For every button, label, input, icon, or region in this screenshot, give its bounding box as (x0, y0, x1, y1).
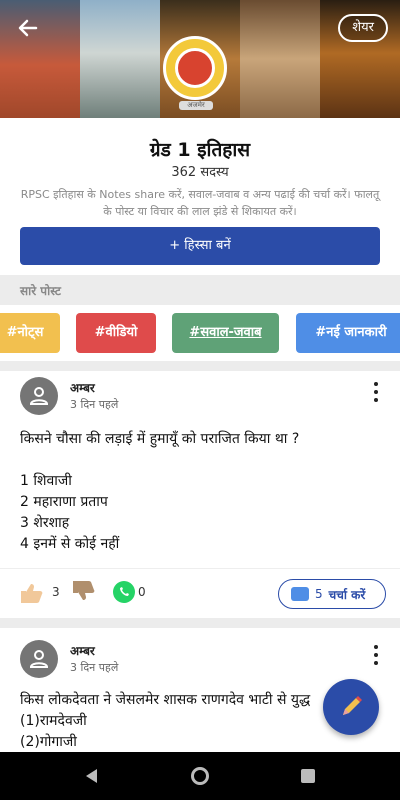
compose-post-button[interactable] (323, 679, 379, 735)
section-label: सारे पोस्ट (20, 284, 61, 298)
tag-questions-answers[interactable]: #सवाल-जवाब (172, 313, 279, 353)
like-button[interactable] (18, 581, 44, 605)
more-options-icon[interactable] (370, 645, 382, 665)
post-time: 3 दिन पहले (70, 398, 119, 411)
nav-home-icon[interactable] (191, 767, 209, 785)
post-line: 4 इनमें से कोई नहीं (20, 536, 120, 552)
avatar[interactable] (20, 377, 58, 415)
group-title: ग्रेड 1 इतिहास (149, 139, 251, 161)
system-navigation-bar (0, 752, 400, 800)
nav-recents-icon[interactable] (301, 769, 315, 783)
whatsapp-share-count: 0 (138, 585, 146, 599)
discuss-button[interactable]: 5 चर्चा करें (278, 579, 386, 609)
post-line: (2)गोगाजी (20, 734, 77, 750)
section-header: सारे पोस्ट (0, 275, 400, 305)
emblem-icon (175, 48, 215, 88)
divider (0, 618, 400, 628)
post-line: 1 शिवाजी (20, 473, 72, 489)
tag-videos[interactable]: #वीडियो (76, 313, 156, 353)
nav-back-icon[interactable] (84, 768, 98, 784)
logo-caption: अजमेर (179, 101, 213, 110)
tag-filter-row: #नोट्स #वीडियो #सवाल-जवाब #नई जानकारी (0, 313, 400, 355)
avatar[interactable] (20, 640, 58, 678)
post-time: 3 दिन पहले (70, 661, 119, 674)
post-card: अम्बर 3 दिन पहले किसने चौसा की लड़ाई में… (0, 371, 400, 618)
group-description: RPSC इतिहास के Notes share करें, सवाल-जव… (20, 188, 380, 218)
discuss-label: चर्चा करें (328, 587, 366, 602)
join-button[interactable]: + हिस्सा बनें (20, 227, 380, 265)
member-count: 362 सदस्य (171, 165, 229, 180)
post-line: 2 महाराणा प्रताप (20, 494, 108, 510)
post-line: किसने चौसा की लड़ाई में हुमायूँ को पराजि… (20, 431, 300, 447)
more-options-icon[interactable] (370, 382, 382, 402)
thumbs-up-icon (21, 584, 43, 603)
comment-count: 5 (315, 587, 323, 601)
author-name[interactable]: अम्बर (70, 642, 95, 659)
chat-icon (291, 587, 309, 601)
person-icon (29, 650, 49, 668)
post-actions: 3 0 5 चर्चा करें (0, 568, 400, 616)
post-body[interactable]: किसने चौसा की लड़ाई में हुमायूँ को पराजि… (20, 429, 390, 555)
cover-image-palace (80, 0, 160, 118)
pencil-icon (343, 696, 362, 715)
share-button[interactable]: शेयर (338, 14, 388, 42)
tag-new-info[interactable]: #नई जानकारी (296, 313, 400, 353)
author-name[interactable]: अम्बर (70, 379, 95, 396)
tag-notes[interactable]: #नोट्स (0, 313, 60, 353)
thumbs-down-icon (73, 581, 95, 600)
divider (0, 361, 400, 371)
cover-image-temple (240, 0, 320, 118)
back-button[interactable] (14, 14, 42, 42)
like-count: 3 (52, 585, 60, 599)
post-line (20, 450, 390, 471)
whatsapp-share-icon[interactable] (113, 581, 135, 603)
dislike-button[interactable] (70, 579, 96, 603)
post-line: 3 शेरशाह (20, 515, 70, 531)
person-icon (29, 387, 49, 405)
arrow-left-icon (18, 19, 38, 37)
group-logo (163, 36, 227, 100)
